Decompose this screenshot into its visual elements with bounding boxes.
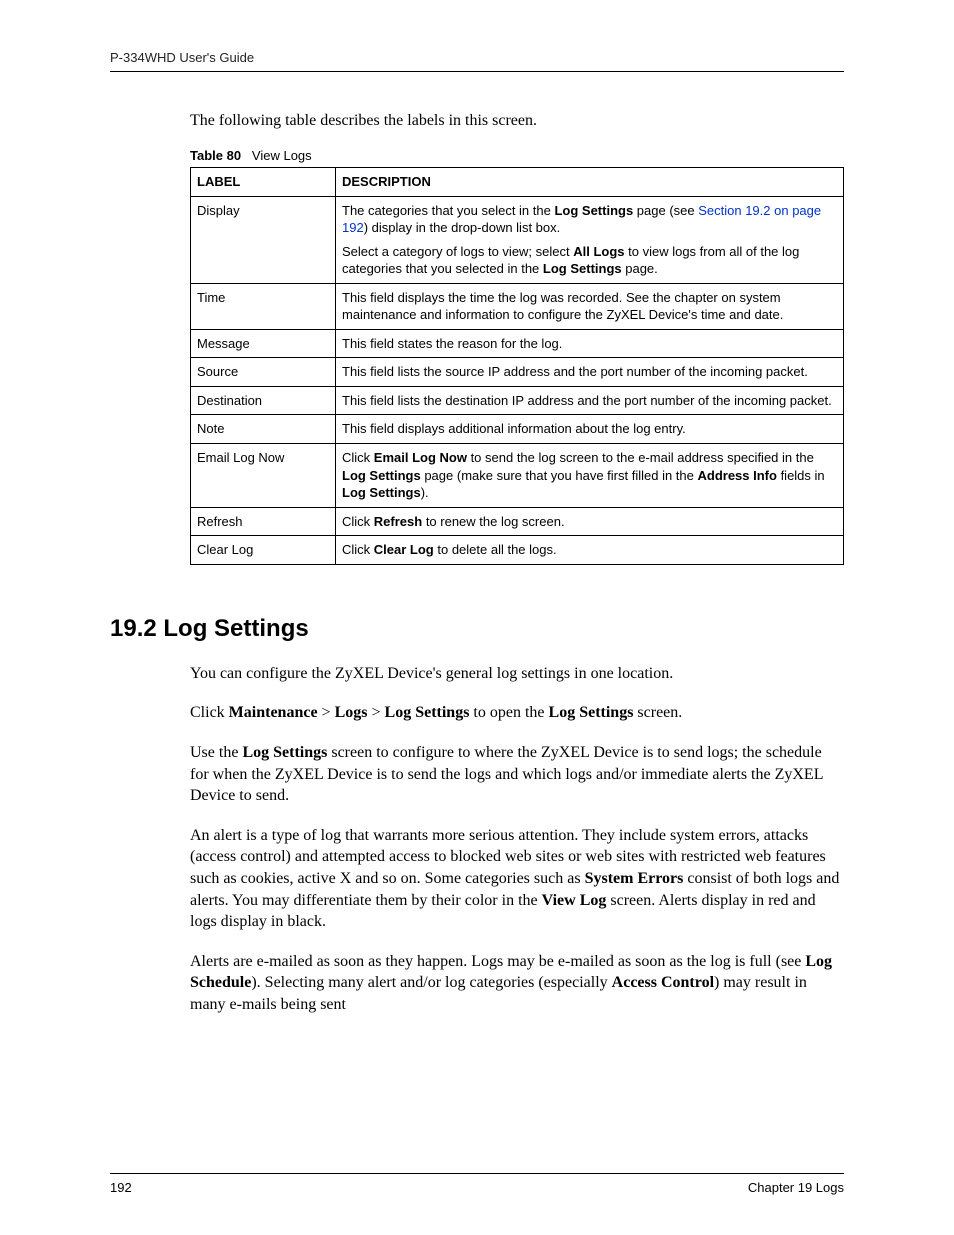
cell-desc: This field lists the destination IP addr… bbox=[336, 386, 844, 415]
cell-label: Message bbox=[191, 329, 336, 358]
chapter-label: Chapter 19 Logs bbox=[748, 1180, 844, 1195]
cell-desc: This field displays additional informati… bbox=[336, 415, 844, 444]
body-paragraph: An alert is a type of log that warrants … bbox=[190, 825, 844, 933]
body-paragraph: You can configure the ZyXEL Device's gen… bbox=[190, 663, 844, 685]
table-title: View Logs bbox=[252, 148, 312, 163]
cell-desc: This field states the reason for the log… bbox=[336, 329, 844, 358]
cell-desc: This field displays the time the log was… bbox=[336, 283, 844, 329]
body-paragraph: Use the Log Settings screen to configure… bbox=[190, 742, 844, 807]
body-paragraph: Alerts are e-mailed as soon as they happ… bbox=[190, 951, 844, 1016]
col-header-description: DESCRIPTION bbox=[336, 168, 844, 197]
table-row: Email Log Now Click Email Log Now to sen… bbox=[191, 444, 844, 508]
table-row: Note This field displays additional info… bbox=[191, 415, 844, 444]
intro-paragraph: The following table describes the labels… bbox=[190, 112, 844, 130]
table-row: Source This field lists the source IP ad… bbox=[191, 358, 844, 387]
cell-label: Email Log Now bbox=[191, 444, 336, 508]
cell-label: Time bbox=[191, 283, 336, 329]
cell-desc: Click Clear Log to delete all the logs. bbox=[336, 536, 844, 565]
body-paragraph: Click Maintenance > Logs > Log Settings … bbox=[190, 702, 844, 724]
table-row: Time This field displays the time the lo… bbox=[191, 283, 844, 329]
page-number: 192 bbox=[110, 1180, 132, 1195]
col-header-label: LABEL bbox=[191, 168, 336, 197]
cell-label: Clear Log bbox=[191, 536, 336, 565]
cell-label: Refresh bbox=[191, 507, 336, 536]
cell-desc: This field lists the source IP address a… bbox=[336, 358, 844, 387]
cell-desc: Click Email Log Now to send the log scre… bbox=[336, 444, 844, 508]
table-caption: Table 80 View Logs bbox=[190, 148, 844, 163]
page-footer: 192 Chapter 19 Logs bbox=[110, 1173, 844, 1195]
cell-label: Source bbox=[191, 358, 336, 387]
table-number: Table 80 bbox=[190, 148, 241, 163]
table-row: Refresh Click Refresh to renew the log s… bbox=[191, 507, 844, 536]
table-row: Destination This field lists the destina… bbox=[191, 386, 844, 415]
view-logs-table: LABEL DESCRIPTION Display The categories… bbox=[190, 167, 844, 565]
running-header: P-334WHD User's Guide bbox=[110, 50, 844, 72]
table-row: Display The categories that you select i… bbox=[191, 196, 844, 283]
table-header-row: LABEL DESCRIPTION bbox=[191, 168, 844, 197]
cell-desc: Click Refresh to renew the log screen. bbox=[336, 507, 844, 536]
table-row: Message This field states the reason for… bbox=[191, 329, 844, 358]
cell-label: Note bbox=[191, 415, 336, 444]
cell-label: Display bbox=[191, 196, 336, 283]
cell-label: Destination bbox=[191, 386, 336, 415]
cell-desc: The categories that you select in the Lo… bbox=[336, 196, 844, 283]
table-row: Clear Log Click Clear Log to delete all … bbox=[191, 536, 844, 565]
section-heading-19-2: 19.2 Log Settings bbox=[110, 615, 844, 643]
